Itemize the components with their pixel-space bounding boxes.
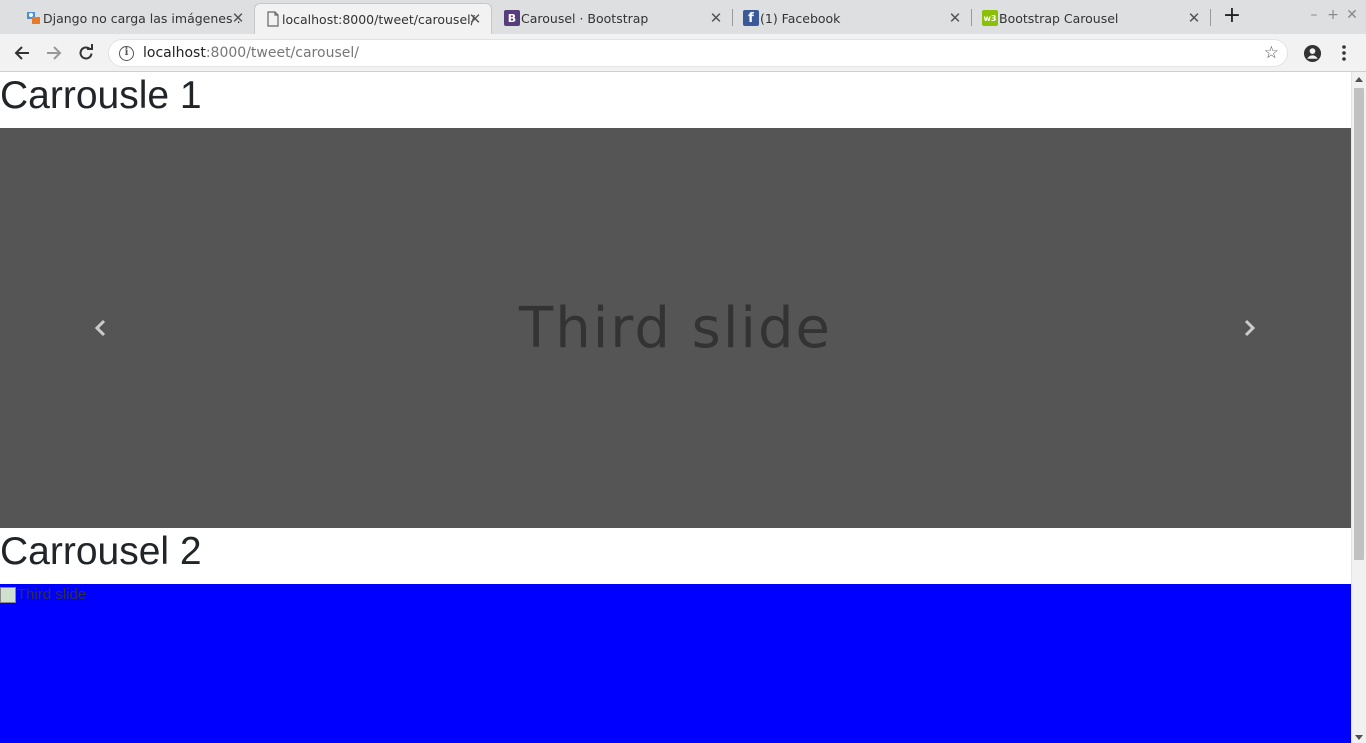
carousel1-heading: Carrousle 1	[0, 74, 202, 117]
chevron-left-icon	[94, 319, 106, 337]
forward-arrow-icon	[47, 46, 62, 60]
back-arrow-icon	[14, 46, 29, 60]
minimize-button[interactable]: –	[1306, 7, 1322, 23]
carousel-1: Third slide	[0, 128, 1351, 528]
carousel2-heading: Carrousel 2	[0, 530, 202, 573]
url-path: :8000/tweet/carousel/	[205, 45, 359, 61]
window-close-button[interactable]: ✕	[1344, 7, 1360, 23]
w3schools-icon: w3	[982, 10, 998, 26]
tab-strip: Django no carga las imágenes : ✕ localho…	[0, 0, 1366, 34]
tab-django[interactable]: Django no carga las imágenes : ✕	[16, 3, 254, 34]
close-tab-icon[interactable]: ✕	[947, 10, 963, 26]
maximize-button[interactable]: +	[1325, 7, 1341, 23]
tab-title: Bootstrap Carousel	[999, 11, 1119, 26]
address-bar[interactable]: i localhost:8000/tweet/carousel/ ☆	[108, 39, 1288, 67]
reload-button[interactable]	[74, 41, 98, 65]
carousel1-next-control[interactable]	[1237, 316, 1261, 340]
tab-facebook[interactable]: f (1) Facebook ✕	[733, 3, 971, 34]
tab-title: Django no carga las imágenes :	[43, 11, 241, 26]
more-vert-icon	[1342, 45, 1346, 61]
chevron-right-icon	[1244, 319, 1256, 337]
tab-w3schools[interactable]: w3 Bootstrap Carousel ✕	[972, 3, 1210, 34]
site-info-icon[interactable]: i	[119, 46, 134, 61]
broken-image-alt: Third slide	[17, 586, 87, 603]
carousel-2: Third slide	[0, 584, 1351, 743]
facebook-icon: f	[743, 10, 759, 26]
reload-icon	[79, 44, 93, 60]
forward-button[interactable]	[42, 41, 66, 65]
page-viewport: Carrousle 1 Third slide Carrousel 2 Thir…	[0, 72, 1351, 743]
browser-toolbar: i localhost:8000/tweet/carousel/ ☆	[0, 34, 1366, 72]
menu-button[interactable]	[1333, 42, 1355, 64]
bookmark-star-icon[interactable]: ☆	[1264, 43, 1279, 63]
tab-bootstrap-carousel-docs[interactable]: B Carousel · Bootstrap ✕	[494, 3, 732, 34]
close-tab-icon[interactable]: ✕	[467, 11, 483, 27]
scrollbar-thumb[interactable]	[1354, 88, 1364, 560]
close-tab-icon[interactable]: ✕	[708, 10, 724, 26]
url-text: localhost:8000/tweet/carousel/	[143, 45, 359, 61]
url-host: localhost	[143, 45, 206, 61]
broken-image: Third slide	[0, 586, 86, 603]
back-button[interactable]	[10, 41, 34, 65]
page-icon	[265, 11, 281, 27]
tab-carousel-localhost[interactable]: localhost:8000/tweet/carousel/ ✕	[254, 3, 492, 34]
bootstrap-icon: B	[504, 10, 520, 26]
profile-button[interactable]	[1301, 42, 1323, 64]
vertical-scrollbar[interactable]	[1351, 72, 1366, 743]
scroll-down-arrow-icon[interactable]	[1355, 735, 1363, 740]
stackoverflow-icon	[26, 10, 42, 26]
carousel1-slide-placeholder: Third slide	[519, 295, 832, 361]
close-tab-icon[interactable]: ✕	[1186, 10, 1202, 26]
tab-separator	[1210, 9, 1211, 26]
tab-title: (1) Facebook	[760, 11, 841, 26]
carousel1-prev-control[interactable]	[89, 316, 113, 340]
tab-title: Carousel · Bootstrap	[521, 11, 649, 26]
new-tab-button[interactable]: +	[1220, 5, 1244, 29]
broken-image-icon	[0, 586, 16, 603]
scroll-up-arrow-icon[interactable]	[1355, 77, 1363, 82]
tab-title: localhost:8000/tweet/carousel/	[282, 11, 475, 27]
account-icon	[1303, 44, 1321, 62]
close-tab-icon[interactable]: ✕	[230, 10, 246, 26]
